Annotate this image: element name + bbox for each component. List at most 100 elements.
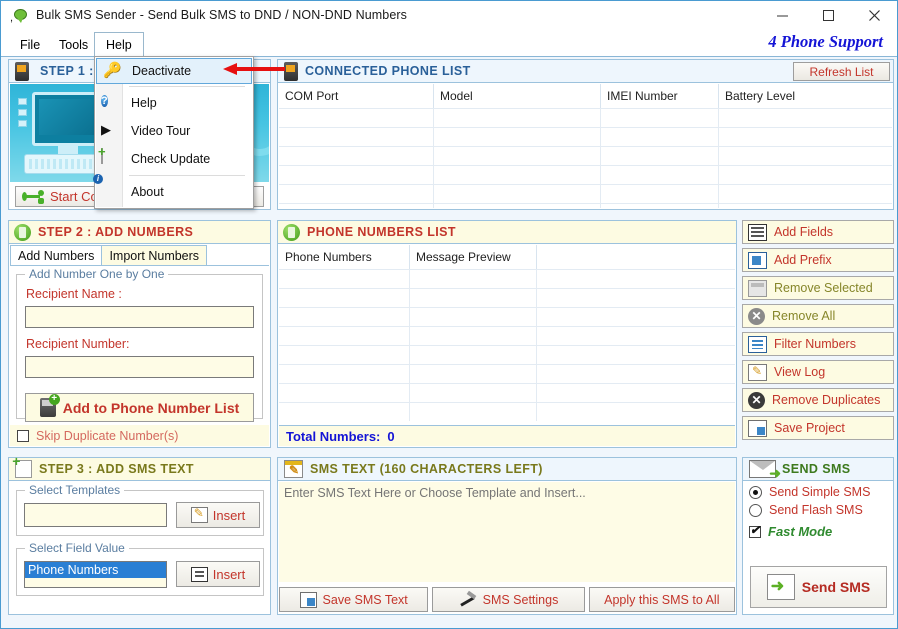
add-number-group-legend: Add Number One by One [25, 267, 169, 281]
view-log-label: View Log [774, 365, 826, 379]
remove-duplicates-button[interactable]: ✕ Remove Duplicates [742, 388, 894, 412]
phone-numbers-list-header: PHONE NUMBERS LIST [278, 221, 736, 244]
remove-selected-button[interactable]: Remove Selected [742, 276, 894, 300]
window-controls [759, 1, 897, 30]
insert-field-button[interactable]: Insert [176, 561, 260, 587]
table-row[interactable] [279, 146, 892, 165]
add-fields-button[interactable]: Add Fields [742, 220, 894, 244]
phone-numbers-list-panel: PHONE NUMBERS LIST Phone Numbers Message… [277, 220, 737, 448]
about-info-icon [101, 182, 119, 200]
table-row[interactable] [279, 307, 735, 326]
maximize-icon[interactable] [805, 1, 851, 30]
step3-panel: + STEP 3 : ADD SMS TEXT Select Templates… [8, 454, 271, 615]
table-row[interactable] [279, 108, 892, 127]
column-message-preview: Message Preview [410, 245, 537, 269]
menu-item-about[interactable]: About [95, 178, 253, 206]
templates-input[interactable] [24, 503, 167, 527]
connected-phone-grid[interactable]: COM Port Model IMEI Number Battery Level [279, 84, 892, 208]
table-row[interactable] [279, 383, 735, 402]
menu-item-check-update[interactable]: Check Update [95, 145, 253, 173]
menu-file[interactable]: File [9, 33, 51, 57]
tab-import-numbers[interactable]: Import Numbers [101, 245, 208, 265]
add-prefix-button[interactable]: Add Prefix [742, 248, 894, 272]
send-simple-sms-option[interactable]: Send Simple SMS [749, 485, 893, 499]
table-row[interactable] [279, 269, 735, 288]
connected-phone-list-panel: CONNECTED PHONE LIST Refresh List COM Po… [277, 59, 894, 210]
recipient-name-label: Recipient Name : [26, 287, 122, 301]
filter-numbers-label: Filter Numbers [774, 337, 856, 351]
numbers-toolbar: Add Fields Add Prefix Remove Selected ✕ … [742, 220, 894, 444]
menu-item-video-tour[interactable]: ▶ Video Tour [95, 117, 253, 145]
field-value-listbox[interactable]: Phone Numbers [24, 561, 167, 588]
minimize-icon[interactable] [759, 1, 805, 30]
table-row[interactable] [279, 288, 735, 307]
column-blank [537, 245, 735, 269]
remove-all-icon: ✕ [748, 307, 765, 325]
table-row[interactable] [279, 165, 892, 184]
fast-mode-row[interactable]: Fast Mode [749, 523, 893, 539]
column-phone-numbers: Phone Numbers [279, 245, 410, 269]
recipient-number-input[interactable] [25, 356, 254, 378]
send-flash-sms-radio[interactable] [749, 503, 762, 517]
phone-numbers-grid[interactable]: Phone Numbers Message Preview [279, 245, 735, 425]
add-to-phone-number-list-button[interactable]: Add to Phone Number List [25, 393, 254, 422]
menu-help[interactable]: Help [94, 32, 144, 58]
step3-header: + STEP 3 : ADD SMS TEXT [9, 454, 270, 481]
tab-add-numbers[interactable]: Add Numbers [10, 245, 103, 265]
table-row[interactable] [279, 402, 735, 421]
column-com-port: COM Port [279, 84, 434, 108]
insert-template-button[interactable]: Insert [176, 502, 260, 528]
envelope-send-icon [749, 460, 781, 482]
filter-numbers-button[interactable]: Filter Numbers [742, 332, 894, 356]
sms-settings-button[interactable]: SMS Settings [432, 587, 585, 612]
fast-mode-checkbox[interactable] [749, 523, 761, 538]
step2-panel: STEP 2 : ADD NUMBERS Add Numbers Import … [8, 220, 271, 448]
step1-title: STEP 1 : [40, 64, 94, 78]
sms-text-input[interactable] [279, 482, 735, 582]
help-dropdown-menu: 🔑 Deactivate ? Help ▶ Video Tour Check U… [94, 56, 254, 209]
field-value-selected-item[interactable]: Phone Numbers [25, 562, 166, 578]
table-row[interactable] [279, 203, 892, 208]
send-flash-sms-option[interactable]: Send Flash SMS [749, 503, 893, 517]
total-numbers-value: 0 [387, 428, 395, 444]
recipient-name-input[interactable] [25, 306, 254, 328]
apply-sms-to-all-button[interactable]: Apply this SMS to All [588, 587, 735, 612]
sms-text-buttons: Save SMS Text SMS Settings Apply this SM… [279, 587, 735, 612]
send-sms-button-label: Send SMS [801, 579, 871, 595]
table-row[interactable] [279, 127, 892, 146]
send-simple-sms-radio[interactable] [749, 485, 762, 499]
table-row[interactable] [279, 184, 892, 203]
table-row[interactable] [279, 326, 735, 345]
recipient-number-label: Recipient Number: [26, 337, 130, 351]
menu-tools[interactable]: Tools [48, 33, 99, 57]
step2-header: STEP 2 : ADD NUMBERS [9, 221, 270, 244]
close-icon[interactable] [851, 1, 897, 30]
table-row[interactable] [279, 364, 735, 383]
remove-all-button[interactable]: ✕ Remove All [742, 304, 894, 328]
phone-numbers-grid-header: Phone Numbers Message Preview [279, 245, 735, 269]
insert-template-icon [190, 506, 208, 523]
mobile-phone-icon [15, 61, 29, 81]
skip-duplicates-checkbox[interactable] [17, 429, 29, 442]
filter-numbers-icon [748, 335, 767, 353]
save-sms-text-button[interactable]: Save SMS Text [279, 587, 429, 612]
save-project-button[interactable]: Save Project [742, 416, 894, 440]
refresh-list-label: Refresh List [809, 64, 874, 79]
remove-all-label: Remove All [772, 309, 836, 323]
refresh-list-button[interactable]: Refresh List [793, 62, 890, 81]
total-numbers-bar: Total Numbers: 0 [279, 425, 735, 446]
send-sms-button[interactable]: Send SMS [750, 566, 887, 608]
skip-duplicates-row[interactable]: Skip Duplicate Number(s) [10, 425, 269, 446]
menu-item-help[interactable]: ? Help [95, 89, 253, 117]
send-sms-panel: SEND SMS Send Simple SMS Send Flash SMS … [742, 457, 894, 615]
phone-icon [284, 61, 298, 81]
brand-label: 4 Phone Support [768, 32, 883, 51]
table-row[interactable] [279, 345, 735, 364]
apply-sms-to-all-label: Apply this SMS to All [604, 592, 720, 607]
view-log-button[interactable]: View Log [742, 360, 894, 384]
menu-item-deactivate-label: Deactivate [132, 64, 192, 78]
select-field-value-group: Select Field Value Phone Numbers Insert [16, 541, 264, 596]
notepad-pencil-icon: ✎ [284, 460, 303, 478]
remove-selected-label: Remove Selected [774, 281, 873, 295]
question-circle-icon: ? [101, 95, 108, 107]
